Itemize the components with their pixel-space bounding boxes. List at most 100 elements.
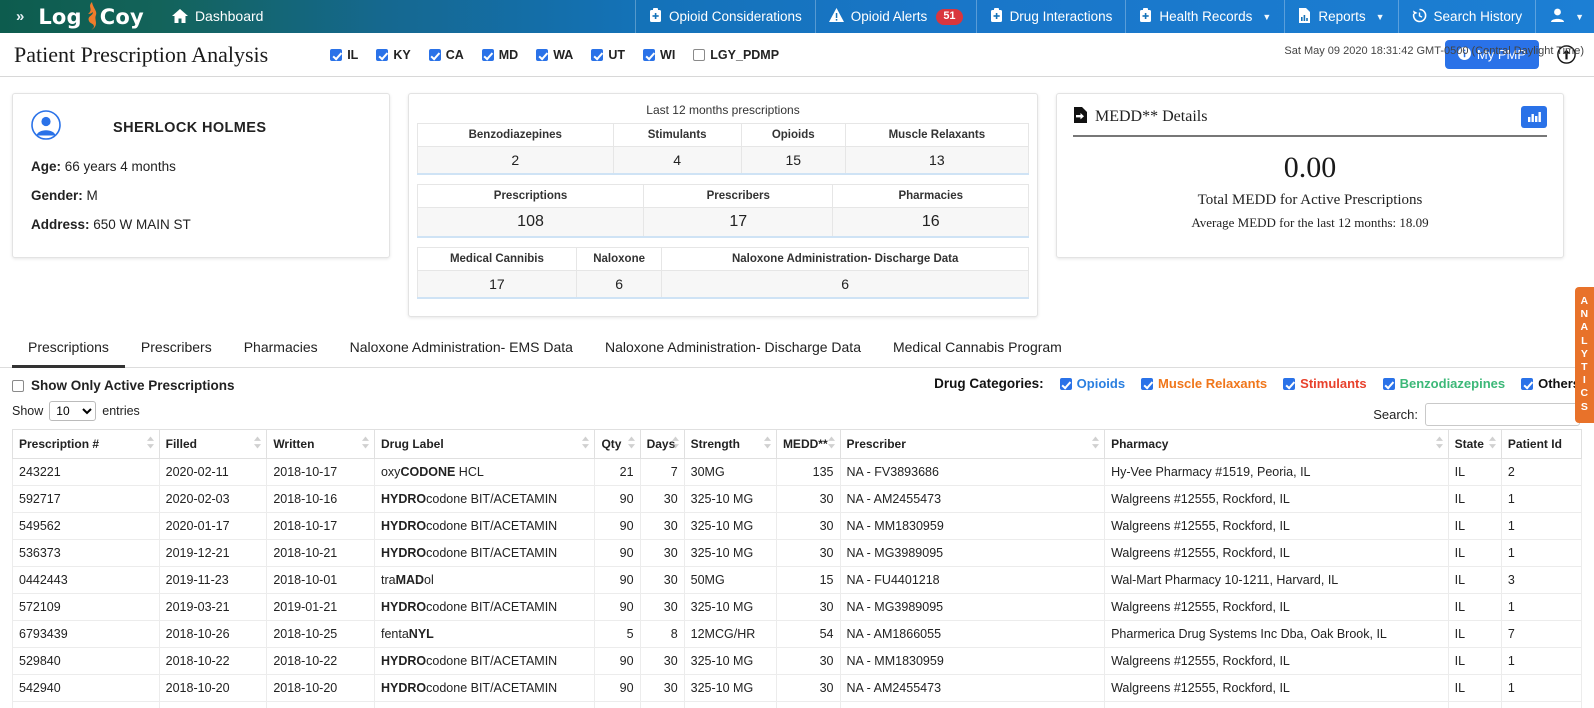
column-header-patient-id[interactable]: Patient Id	[1501, 430, 1581, 459]
stat-header-naloxone: Naloxone	[576, 248, 662, 271]
cell-prescription-number: 243221	[13, 459, 160, 486]
checkbox-box[interactable]	[591, 49, 603, 61]
column-header-prescription-number[interactable]: Prescription #	[13, 430, 160, 459]
cell-pharmacy: Walgreens #12555, Rockford, IL	[1105, 513, 1449, 540]
drug-category-others[interactable]: Others	[1521, 376, 1580, 391]
drug-category-stimulants[interactable]: Stimulants	[1283, 376, 1366, 391]
sidebar-toggle-button[interactable]: »	[0, 0, 38, 33]
drug-category-benzodiazepines[interactable]: Benzodiazepines	[1383, 376, 1505, 391]
table-row[interactable]: 04424432019-11-232018-10-01traMADol90305…	[13, 567, 1582, 594]
cell-drug-label[interactable]: traMADol	[374, 567, 594, 594]
patient-name: SHERLOCK HOLMES	[113, 120, 266, 136]
tab-naloxone-discharge-data[interactable]: Naloxone Administration- Discharge Data	[589, 331, 877, 368]
table-row[interactable]: 67934392018-10-262018-10-25fentaNYL5812M…	[13, 621, 1582, 648]
table-row[interactable]: 5429402018-10-202018-10-20HYDROcodone BI…	[13, 675, 1582, 702]
cell-drug-label[interactable]: fentaNYL	[374, 621, 594, 648]
checkbox-box[interactable]	[330, 49, 342, 61]
table-row[interactable]: 5561602018-10-192018-10-19HYDROcodone BI…	[13, 702, 1582, 708]
cell-drug-label[interactable]: HYDROcodone BIT/ACETAMIN	[374, 702, 594, 708]
drug-category-opioids[interactable]: Opioids	[1060, 376, 1125, 391]
table-row[interactable]: 5363732019-12-212018-10-21HYDROcodone BI…	[13, 540, 1582, 567]
checkbox-box[interactable]	[1141, 378, 1153, 390]
nav-item-user-menu[interactable]: ▼	[1535, 0, 1594, 33]
nav-item-opioid-considerations[interactable]: Opioid Considerations	[635, 0, 815, 33]
stat-value-muscle-relaxants: 13	[845, 147, 1028, 175]
checkbox-box[interactable]	[693, 49, 705, 61]
tab-prescribers[interactable]: Prescribers	[125, 331, 228, 368]
column-header-filled[interactable]: Filled	[159, 430, 267, 459]
checkbox-box[interactable]	[1283, 378, 1295, 390]
state-checkbox-md[interactable]: MD	[482, 48, 518, 62]
header-label: Prescriber	[847, 437, 906, 451]
column-header-qty[interactable]: Qty	[595, 430, 640, 459]
cell-written-date: 2018-10-19	[267, 702, 375, 708]
search-input[interactable]	[1425, 403, 1580, 426]
tab-medical-cannabis-program[interactable]: Medical Cannabis Program	[877, 331, 1078, 368]
checkbox-box[interactable]	[1060, 378, 1072, 390]
state-checkbox-ky[interactable]: KY	[376, 48, 410, 62]
stat-header-benzodiazepines: Benzodiazepines	[418, 124, 614, 147]
entries-select[interactable]: 10 25 50 100	[49, 401, 96, 421]
column-header-state[interactable]: State	[1448, 430, 1501, 459]
state-checkbox-ca[interactable]: CA	[429, 48, 464, 62]
column-header-written[interactable]: Written	[267, 430, 375, 459]
cell-strength: 325-10 MG	[684, 513, 776, 540]
stat-value-prescriptions: 108	[418, 208, 644, 238]
column-header-drug-label[interactable]: Drug Label	[374, 430, 594, 459]
cell-drug-label[interactable]: HYDROcodone BIT/ACETAMIN	[374, 540, 594, 567]
app-logo[interactable]: Log Coy	[38, 4, 154, 30]
column-header-days[interactable]: Days	[640, 430, 684, 459]
tab-prescriptions[interactable]: Prescriptions	[12, 331, 125, 368]
state-checkbox-ut[interactable]: UT	[591, 48, 625, 62]
checkbox-box[interactable]	[429, 49, 441, 61]
checkbox-box[interactable]	[536, 49, 548, 61]
checkbox-box[interactable]	[1383, 378, 1395, 390]
state-checkbox-il[interactable]: IL	[330, 48, 358, 62]
medd-chart-button[interactable]	[1521, 106, 1547, 128]
checkbox-box[interactable]	[1521, 378, 1533, 390]
cell-drug-label[interactable]: HYDROcodone BIT/ACETAMIN	[374, 513, 594, 540]
nav-item-dashboard[interactable]: Dashboard	[154, 0, 280, 33]
table-row[interactable]: 5495622020-01-172018-10-17HYDROcodone BI…	[13, 513, 1582, 540]
state-checkbox-wa[interactable]: WA	[536, 48, 573, 62]
header-label: Pharmacy	[1111, 437, 1168, 451]
table-row[interactable]: 5298402018-10-222018-10-22HYDROcodone BI…	[13, 648, 1582, 675]
drug-category-muscle-relaxants[interactable]: Muscle Relaxants	[1141, 376, 1267, 391]
nav-label: Opioid Considerations	[669, 9, 802, 24]
table-row[interactable]: 2432212020-02-112018-10-17oxyCODONE HCL2…	[13, 459, 1582, 486]
nav-item-reports[interactable]: Reports ▼	[1284, 0, 1397, 33]
checkbox-box[interactable]	[376, 49, 388, 61]
cell-drug-label[interactable]: HYDROcodone BIT/ACETAMIN	[374, 675, 594, 702]
page-timestamp: Sat May 09 2020 18:31:42 GMT-0500 (Centr…	[1284, 45, 1584, 57]
analytics-side-tab[interactable]: ANALYTICS	[1575, 287, 1594, 423]
table-row[interactable]: 5721092019-03-212019-01-21HYDROcodone BI…	[13, 594, 1582, 621]
column-header-pharmacy[interactable]: Pharmacy	[1105, 430, 1449, 459]
cell-drug-label[interactable]: HYDROcodone BIT/ACETAMIN	[374, 648, 594, 675]
tab-pharmacies[interactable]: Pharmacies	[228, 331, 334, 368]
cell-written-date: 2018-10-17	[267, 459, 375, 486]
column-header-prescriber[interactable]: Prescriber	[840, 430, 1105, 459]
cell-drug-label[interactable]: HYDROcodone BIT/ACETAMIN	[374, 594, 594, 621]
file-chart-icon	[1298, 8, 1311, 26]
medd-title: MEDD** Details	[1095, 108, 1207, 126]
cell-drug-label[interactable]: HYDROcodone BIT/ACETAMIN	[374, 486, 594, 513]
nav-item-opioid-alerts[interactable]: Opioid Alerts 51	[815, 0, 976, 33]
cell-drug-label[interactable]: oxyCODONE HCL	[374, 459, 594, 486]
tab-naloxone-ems-data[interactable]: Naloxone Administration- EMS Data	[334, 331, 589, 368]
checkbox-box[interactable]	[12, 380, 24, 392]
table-filters: Show Only Active Prescriptions Show 10 2…	[0, 368, 1594, 421]
checkbox-box[interactable]	[482, 49, 494, 61]
nav-item-health-records[interactable]: Health Records ▼	[1125, 0, 1284, 33]
cell-strength: 325-10 MG	[684, 702, 776, 708]
nav-item-search-history[interactable]: Search History	[1398, 0, 1536, 33]
state-checkbox-wi[interactable]: WI	[643, 48, 675, 62]
cell-pharmacy: Walgreens #12555, Rockford, IL	[1105, 675, 1449, 702]
cell-prescription-number: 549562	[13, 513, 160, 540]
nav-item-drug-interactions[interactable]: Drug Interactions	[976, 0, 1126, 33]
table-row[interactable]: 5927172020-02-032018-10-16HYDROcodone BI…	[13, 486, 1582, 513]
column-header-strength[interactable]: Strength	[684, 430, 776, 459]
state-checkbox-lgy-pdmp[interactable]: LGY_PDMP	[693, 48, 779, 62]
cell-prescription-number: 6793439	[13, 621, 160, 648]
column-header-medd[interactable]: MEDD**	[776, 430, 840, 459]
checkbox-box[interactable]	[643, 49, 655, 61]
